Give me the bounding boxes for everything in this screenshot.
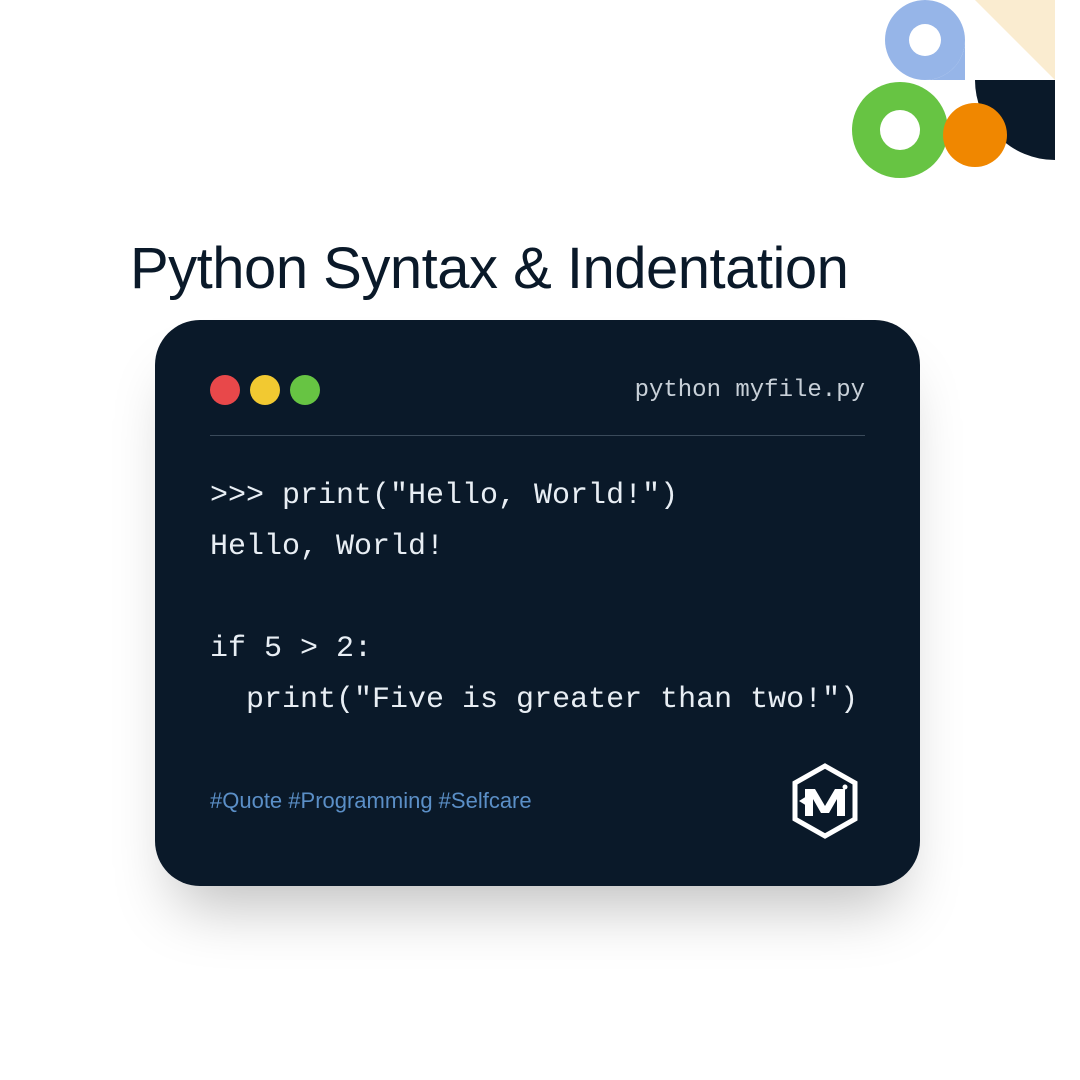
maximize-icon[interactable] bbox=[290, 375, 320, 405]
brand-logo-icon bbox=[785, 761, 865, 841]
decorative-shapes bbox=[830, 0, 1080, 200]
hashtags: #Quote #Programming #Selfcare bbox=[210, 788, 532, 814]
code-block: >>> print("Hello, World!") Hello, World!… bbox=[210, 471, 865, 726]
terminal-header: python myfile.py bbox=[210, 375, 865, 436]
terminal-footer: #Quote #Programming #Selfcare bbox=[210, 761, 865, 841]
terminal-title: python myfile.py bbox=[635, 377, 865, 404]
page-title: Python Syntax & Indentation bbox=[130, 235, 848, 302]
minimize-icon[interactable] bbox=[250, 375, 280, 405]
close-icon[interactable] bbox=[210, 375, 240, 405]
terminal-window: python myfile.py >>> print("Hello, World… bbox=[155, 320, 920, 886]
traffic-lights bbox=[210, 375, 320, 405]
